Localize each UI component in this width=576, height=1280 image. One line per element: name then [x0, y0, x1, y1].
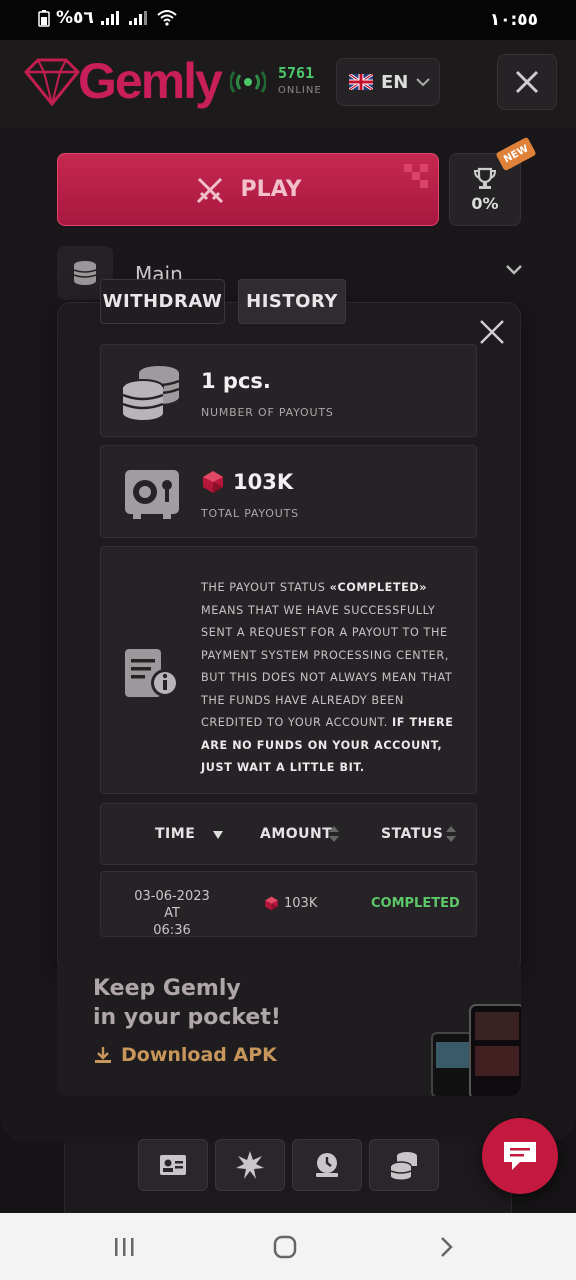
- uk-flag-icon: [349, 74, 373, 90]
- chevron-down-icon: [506, 265, 522, 275]
- clock: ١٠:٥٥: [489, 10, 538, 30]
- play-button[interactable]: PLAY: [57, 153, 439, 226]
- total-payouts-value: 103K: [233, 470, 294, 494]
- online-label: ONLINE: [278, 85, 322, 96]
- notice-status-word: «COMPLETED»: [329, 581, 428, 594]
- play-label: PLAY: [240, 177, 302, 202]
- chevron-down-icon: [416, 78, 431, 87]
- coins-button[interactable]: [369, 1139, 439, 1191]
- notice-part1: THE PAYOUT STATUS: [201, 581, 330, 594]
- promo-title-line2: in your pocket!: [93, 1005, 281, 1030]
- logo-text[interactable]: Gemly: [78, 52, 223, 110]
- trophy-percent: 0%: [471, 194, 499, 213]
- trophy-icon: [473, 167, 497, 189]
- online-broadcast-icon: [230, 71, 266, 93]
- status-badge: COMPLETED: [371, 896, 460, 911]
- tab-history[interactable]: HISTORY: [238, 279, 346, 324]
- signal-icon-2: [128, 11, 147, 25]
- row-time-clock: 06:36: [153, 923, 191, 938]
- bonus-button[interactable]: [215, 1139, 285, 1191]
- profile-card-button[interactable]: [138, 1139, 208, 1191]
- row-time: 03-06-2023 AT 06:36: [127, 888, 217, 939]
- safe-icon: [125, 470, 179, 519]
- download-apk-label: Download APK: [121, 1044, 277, 1066]
- online-count: 5761: [278, 64, 315, 82]
- modal-close-icon[interactable]: [478, 318, 506, 346]
- total-payouts-label: TOTAL PAYOUTS: [201, 507, 299, 520]
- chat-bubble-icon: [504, 1142, 536, 1170]
- ruby-currency-icon: [265, 896, 278, 911]
- coin-stack-icon: [122, 366, 180, 420]
- coins-icon: [390, 1152, 417, 1180]
- close-icon: [515, 70, 539, 94]
- payouts-count-card: 1 pcs. NUMBER OF PAYOUTS: [100, 344, 477, 437]
- gem-logo-icon[interactable]: [22, 54, 82, 110]
- pixel-decoration-icon: [404, 164, 428, 188]
- battery-percent: %٥٦: [56, 8, 94, 28]
- row-time-date: 03-06-2023 AT: [134, 889, 210, 921]
- language-label: EN: [381, 71, 409, 93]
- wifi-icon: [157, 10, 177, 26]
- app-download-promo: Keep Gemly in your pocket! Download APK: [57, 966, 521, 1096]
- id-card-icon: [160, 1155, 186, 1175]
- download-apk-link[interactable]: Download APK: [93, 1044, 277, 1066]
- payouts-count-value: 1 pcs.: [201, 369, 271, 393]
- sort-icon[interactable]: [329, 826, 339, 842]
- promo-title-line1: Keep Gemly: [93, 976, 241, 1001]
- tab-withdraw[interactable]: WITHDRAW: [100, 279, 225, 324]
- coins-icon: [73, 261, 97, 285]
- home-icon[interactable]: [273, 1235, 297, 1259]
- battery-icon: [38, 10, 50, 27]
- payout-notice-card: THE PAYOUT STATUS «COMPLETED» MEANS THAT…: [100, 546, 477, 794]
- payout-notice-text: THE PAYOUT STATUS «COMPLETED» MEANS THAT…: [201, 577, 461, 780]
- ruby-currency-icon: [203, 471, 223, 493]
- recent-apps-icon[interactable]: [113, 1237, 135, 1257]
- language-selector[interactable]: EN: [336, 58, 440, 106]
- crossed-swords-icon: [196, 177, 223, 203]
- download-icon: [95, 1047, 111, 1063]
- timer-icon: [316, 1153, 338, 1177]
- row-amount: 103K: [284, 896, 318, 911]
- table-row: 03-06-2023 AT 06:36 103K COMPLETED: [100, 871, 477, 939]
- bottom-toolbar: [64, 1143, 512, 1213]
- history-button[interactable]: [292, 1139, 362, 1191]
- header-close-button[interactable]: [497, 54, 557, 110]
- notice-part2: MEANS THAT WE HAVE SUCCESSFULLY SENT A R…: [201, 603, 453, 730]
- signal-icon: [100, 11, 119, 25]
- total-payouts-card: 103K TOTAL PAYOUTS: [100, 445, 477, 538]
- promo-title: Keep Gemly in your pocket!: [93, 974, 281, 1032]
- document-info-icon: [125, 649, 179, 697]
- column-header-time[interactable]: TIME: [155, 826, 195, 842]
- back-icon[interactable]: [438, 1236, 454, 1258]
- sort-icon[interactable]: [446, 826, 456, 842]
- status-bar: %٥٦ ١٠:٥٥: [0, 0, 576, 40]
- sort-desc-icon[interactable]: [213, 831, 223, 839]
- column-header-amount[interactable]: AMOUNT: [260, 826, 332, 842]
- payout-table-header: TIME AMOUNT STATUS: [100, 803, 477, 865]
- payouts-count-label: NUMBER OF PAYOUTS: [201, 406, 334, 419]
- column-header-status[interactable]: STATUS: [381, 826, 443, 842]
- system-navigation-bar: [0, 1213, 576, 1280]
- burst-icon: [236, 1151, 264, 1179]
- support-chat-button[interactable]: [482, 1118, 558, 1194]
- phone-mockup-image-2: [469, 1004, 521, 1096]
